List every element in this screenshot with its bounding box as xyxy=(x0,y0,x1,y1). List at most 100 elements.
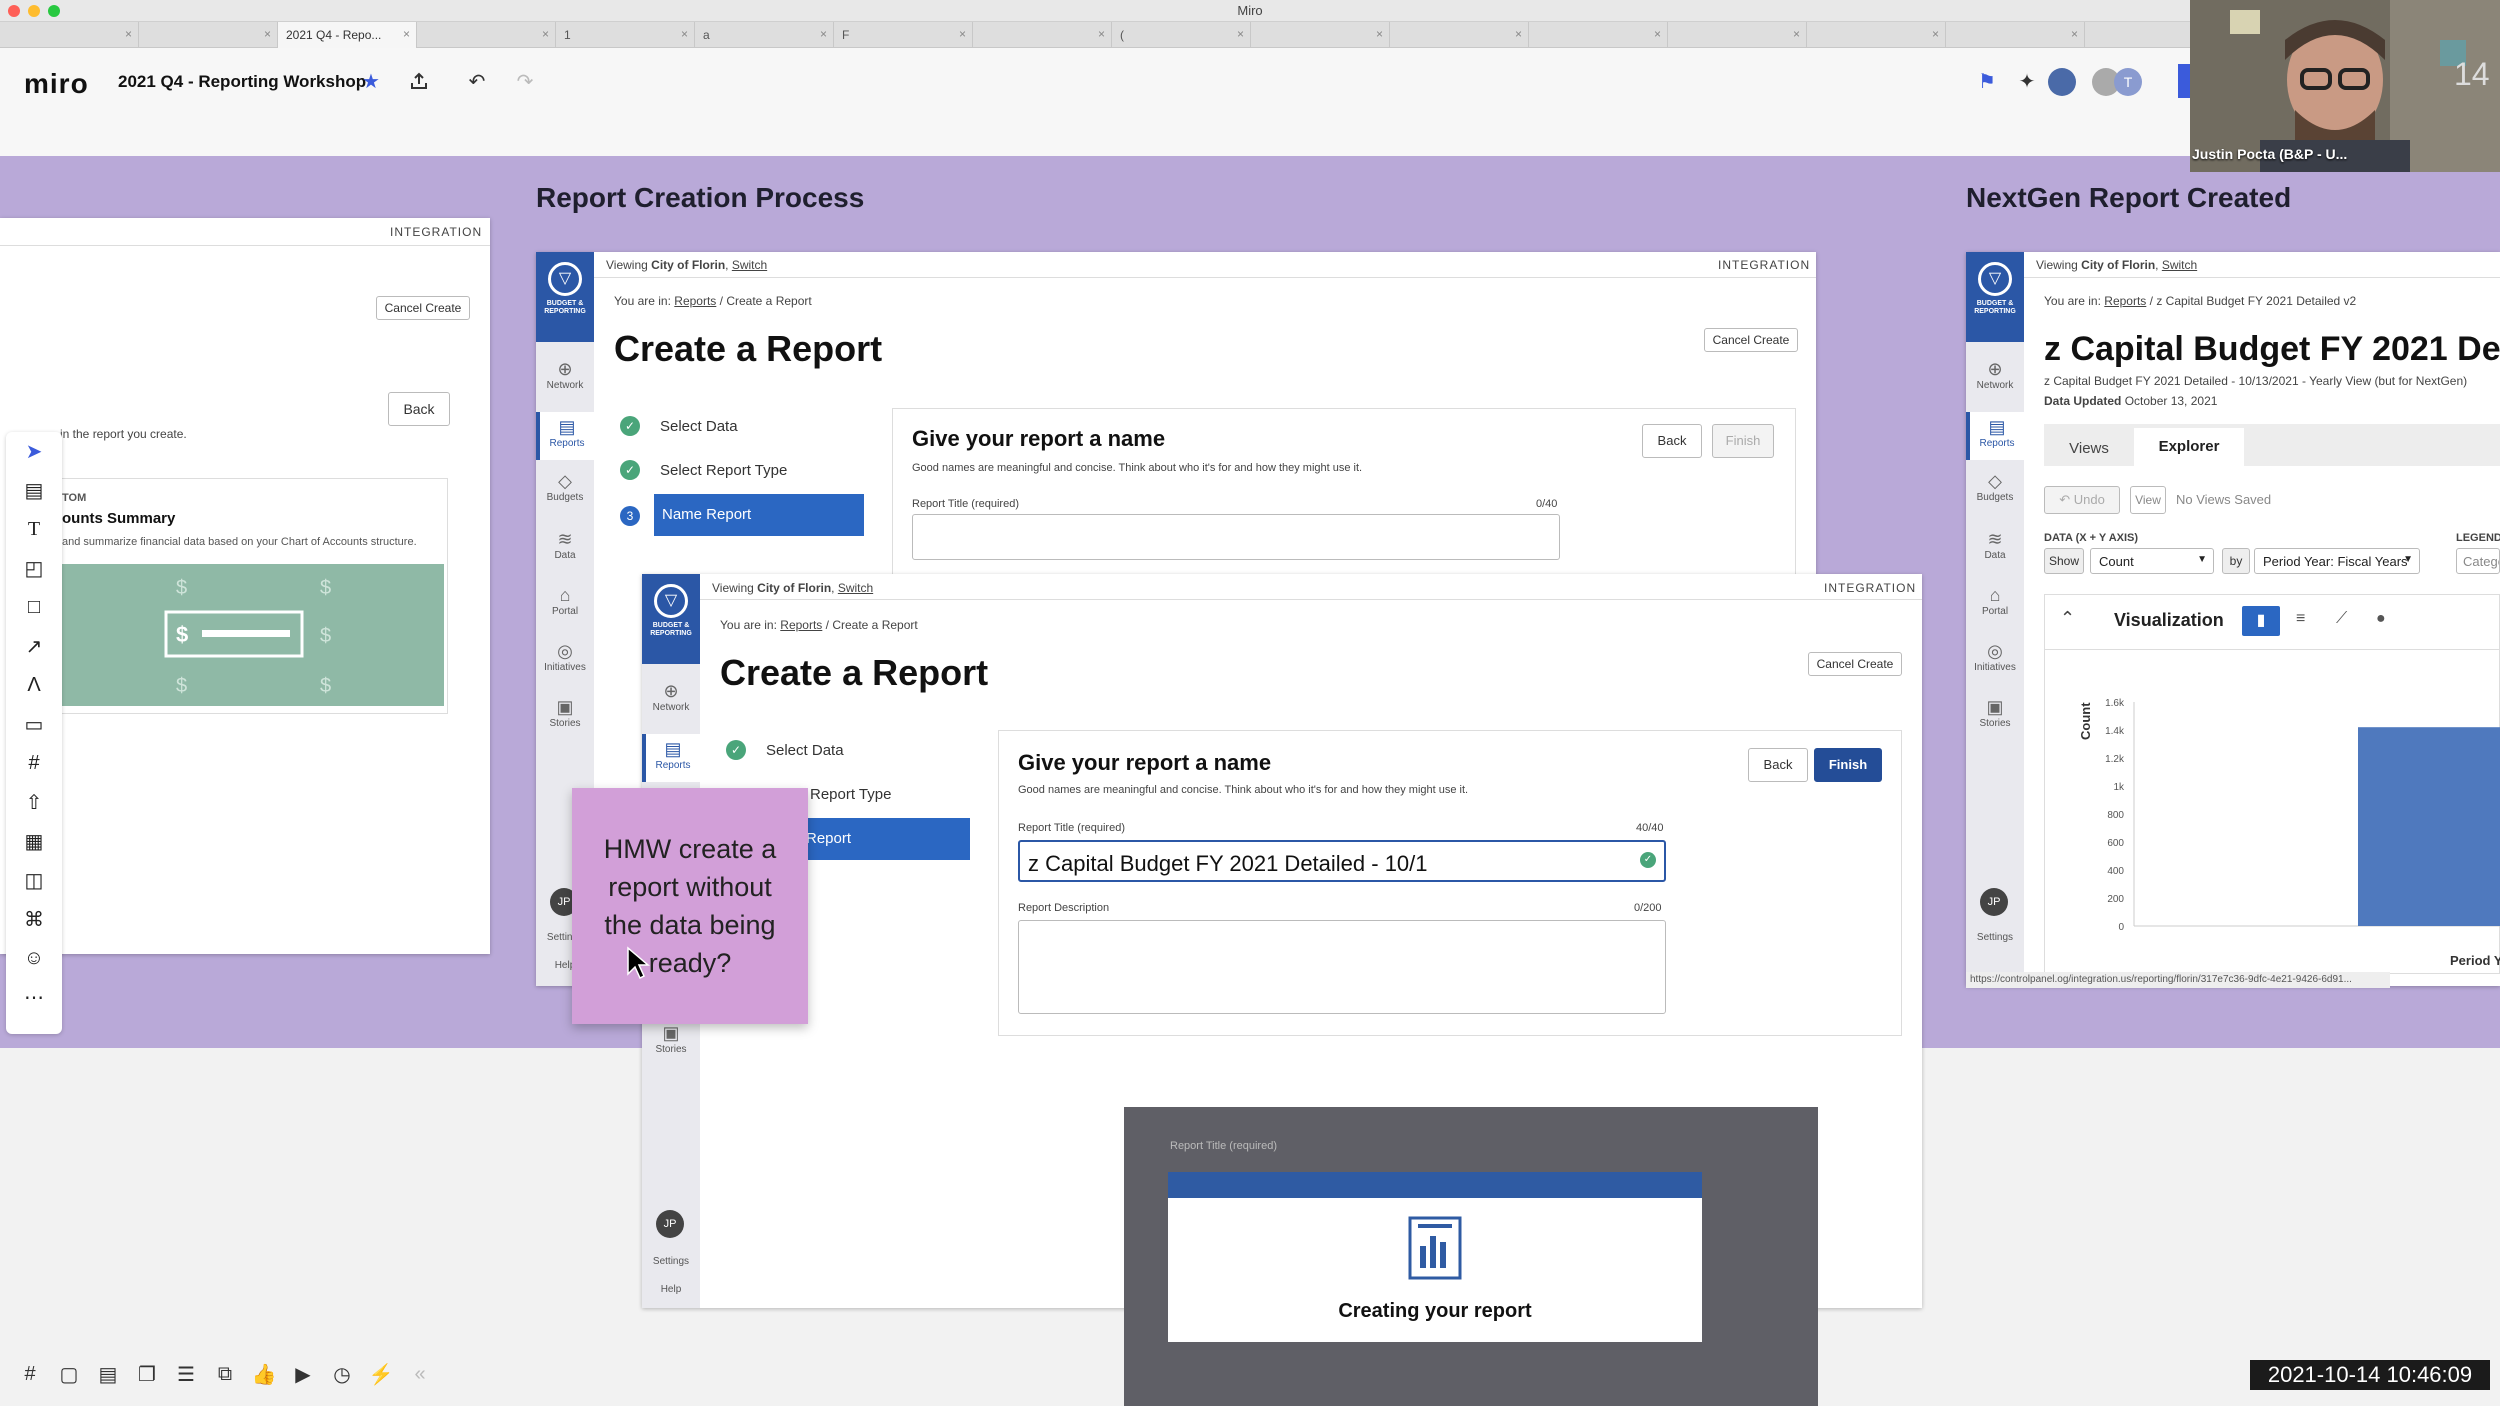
templates-icon[interactable]: ▤ xyxy=(6,471,62,510)
nav-data[interactable]: ≋ Data xyxy=(536,528,594,561)
line-chart-icon[interactable]: ⟋ xyxy=(2336,610,2347,628)
browser-tab[interactable]: × xyxy=(1946,22,2085,48)
browser-tab[interactable]: × xyxy=(1807,22,1946,48)
frames-icon[interactable]: # xyxy=(14,1358,46,1390)
vote-icon[interactable]: 👍 xyxy=(248,1358,280,1390)
sticky-note-icon[interactable]: ◰ xyxy=(6,549,62,588)
views-select[interactable]: No Views Saved xyxy=(2176,492,2271,507)
mind-map-icon[interactable]: ⌘ xyxy=(6,900,62,939)
nav-network[interactable]: ⊕ Network xyxy=(536,358,594,391)
user-avatar[interactable]: JP xyxy=(656,1210,684,1238)
export-icon[interactable] xyxy=(404,66,434,96)
nav-data[interactable]: ≋ Data xyxy=(1966,528,2024,561)
browser-tab[interactable]: × xyxy=(973,22,1112,48)
filter-icon[interactable]: ⚑ xyxy=(1972,66,2002,96)
nav-budgets[interactable]: ◇ Budgets xyxy=(536,470,594,503)
select-tool-icon[interactable]: ➤ xyxy=(6,432,62,471)
cancel-create-button[interactable]: Cancel Create xyxy=(1808,652,1902,676)
video-icon[interactable]: ▶ xyxy=(287,1358,319,1390)
shape-tool-icon[interactable]: □ xyxy=(6,588,62,627)
collaborator-avatar-t[interactable]: T xyxy=(2114,68,2142,96)
nav-settings[interactable]: Settings xyxy=(1966,932,2024,943)
chat-icon[interactable]: ▤ xyxy=(92,1358,124,1390)
browser-tab[interactable]: (× xyxy=(1112,22,1251,48)
table-icon[interactable]: ▦ xyxy=(6,822,62,861)
close-tab-icon[interactable]: × xyxy=(1515,27,1522,41)
nav-initiatives[interactable]: ◎ Initiatives xyxy=(536,640,594,673)
budget-reporting-logo[interactable]: ▽ BUDGET & REPORTING xyxy=(1966,252,2024,342)
breadcrumb-reports[interactable]: Reports xyxy=(674,294,716,308)
browser-tab[interactable]: 2021 Q4 - Repo... × xyxy=(278,22,417,48)
count-select[interactable]: Count ▼ xyxy=(2090,548,2214,574)
collapse-toolbar-icon[interactable]: « xyxy=(404,1358,436,1390)
browser-tab[interactable]: F × xyxy=(834,22,973,48)
upload-icon[interactable]: ⇧ xyxy=(6,783,62,822)
step-select-report-type[interactable]: Report Type xyxy=(810,786,891,803)
browser-tab[interactable]: × xyxy=(1390,22,1529,48)
browser-tab[interactable]: × xyxy=(139,22,278,48)
nav-network[interactable]: ⊕ Network xyxy=(642,680,700,713)
switch-link[interactable]: Switch xyxy=(2162,258,2197,272)
nav-settings[interactable]: Settings xyxy=(642,1256,700,1267)
step-select-data[interactable]: Select Data xyxy=(660,418,738,435)
undo-button[interactable]: ↶ Undo xyxy=(2044,486,2120,514)
report-title-input[interactable]: z Capital Budget FY 2021 Detailed - 10/1 xyxy=(1018,840,1666,882)
cards-icon[interactable]: ❐ xyxy=(131,1358,163,1390)
close-tab-icon[interactable]: × xyxy=(1237,27,1244,41)
share-screen-icon[interactable]: ⧉ xyxy=(209,1358,241,1390)
tab-explorer[interactable]: Explorer xyxy=(2134,428,2244,466)
close-tab-icon[interactable]: × xyxy=(1098,27,1105,41)
nav-initiatives[interactable]: ◎ Initiatives xyxy=(1966,640,2024,673)
browser-tab[interactable]: × xyxy=(0,22,139,48)
step-select-data[interactable]: Select Data xyxy=(766,742,844,759)
finish-button[interactable]: Finish xyxy=(1814,748,1882,782)
report-title-input[interactable] xyxy=(912,514,1560,560)
undo-icon[interactable]: ↶ xyxy=(462,66,492,96)
share-button[interactable] xyxy=(2178,64,2190,98)
close-tab-icon[interactable]: × xyxy=(125,27,132,41)
horizontal-bar-icon[interactable]: ≡ xyxy=(2296,610,2305,628)
close-tab-icon[interactable]: × xyxy=(542,27,549,41)
budget-reporting-logo[interactable]: ▽ BUDGET & REPORTING xyxy=(642,574,700,664)
close-tab-icon[interactable]: × xyxy=(403,27,410,41)
nav-stories[interactable]: ▣ Stories xyxy=(1966,696,2024,729)
switch-link[interactable]: Switch xyxy=(732,258,767,272)
close-tab-icon[interactable]: × xyxy=(820,27,827,41)
browser-tab[interactable]: × xyxy=(1668,22,1807,48)
nav-portal[interactable]: ⌂ Portal xyxy=(536,584,594,617)
more-tools-icon[interactable]: ⋯ xyxy=(6,978,62,1017)
frame-icon[interactable]: # xyxy=(6,744,62,783)
period-select[interactable]: Period Year: Fiscal Years ▼ xyxy=(2254,548,2420,574)
nav-portal[interactable]: ⌂ Portal xyxy=(1966,584,2024,617)
browser-tab[interactable]: a × xyxy=(695,22,834,48)
step-name-report[interactable]: Name Report xyxy=(654,494,864,536)
nav-reports[interactable]: ▤ Reports xyxy=(536,412,594,460)
emoji-icon[interactable]: ☺ xyxy=(6,939,62,978)
legend-select[interactable]: Catego xyxy=(2456,548,2500,574)
browser-tab[interactable]: × xyxy=(1529,22,1668,48)
star-icon[interactable]: ★ xyxy=(356,66,386,96)
back-button[interactable]: Back xyxy=(388,392,450,426)
board-name[interactable]: 2021 Q4 - Reporting Workshop xyxy=(118,72,366,92)
close-tab-icon[interactable]: × xyxy=(264,27,271,41)
tab-views[interactable]: Views xyxy=(2054,432,2124,466)
redo-icon[interactable]: ↷ xyxy=(510,66,540,96)
browser-tab[interactable]: × xyxy=(417,22,556,48)
user-avatar[interactable]: JP xyxy=(1980,888,2008,916)
cancel-create-button[interactable]: Cancel Create xyxy=(376,296,470,320)
step-select-report-type[interactable]: Select Report Type xyxy=(660,462,787,479)
collaborator-avatar[interactable] xyxy=(2048,68,2076,96)
back-button[interactable]: Back xyxy=(1748,748,1808,782)
nav-stories[interactable]: ▣ Stories xyxy=(536,696,594,729)
browser-tab[interactable]: 1 × xyxy=(556,22,695,48)
sticky-note[interactable]: HMW create a report without the data bei… xyxy=(572,788,808,1024)
browser-tab[interactable]: × xyxy=(1251,22,1390,48)
close-tab-icon[interactable]: × xyxy=(959,27,966,41)
collapse-chevron-icon[interactable]: ⌃ xyxy=(2060,608,2075,629)
celebrate-icon[interactable]: ✦ xyxy=(2012,66,2042,96)
switch-link[interactable]: Switch xyxy=(838,581,873,595)
budget-reporting-logo[interactable]: ▽ BUDGET & REPORTING xyxy=(536,252,594,342)
nav-help[interactable]: Help xyxy=(642,1284,700,1295)
apps-icon[interactable]: ⚡ xyxy=(365,1358,397,1390)
timer-icon[interactable]: ◷ xyxy=(326,1358,358,1390)
